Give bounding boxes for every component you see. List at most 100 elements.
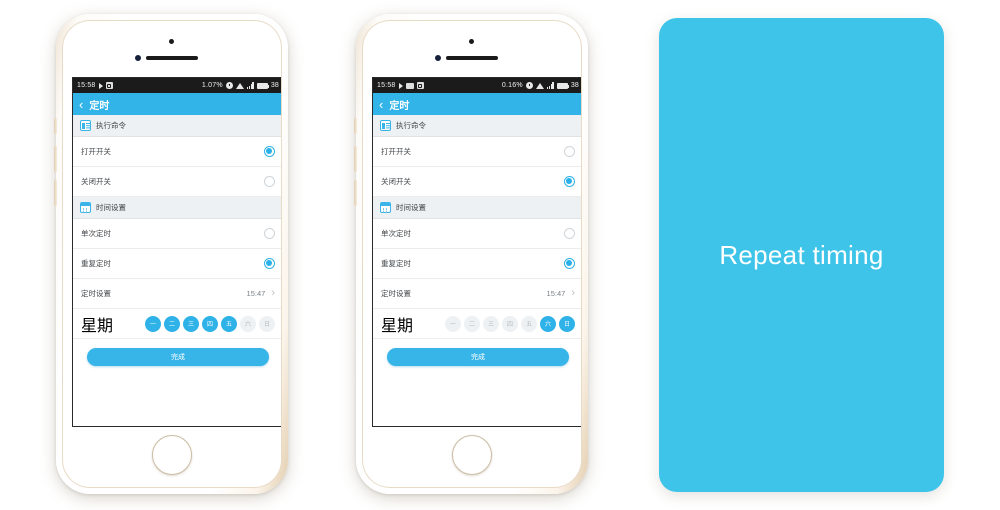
data-rate-label: 1.07% — [201, 82, 223, 89]
phone-device-right: 15:58 0.16% 38 ‹ 定时 执行命令 打开开关 关闭开关 时间设置 … — [354, 14, 588, 494]
app-navbar: ‹ 定时 — [73, 93, 281, 115]
option-row-turn-off[interactable]: 关闭开关 — [373, 167, 581, 197]
day-toggle-tue[interactable]: 二 — [164, 315, 180, 332]
timer-settings-row[interactable]: 定时设置 15:47 › — [73, 279, 281, 309]
chevron-right-icon[interactable]: › — [571, 288, 575, 299]
option-label: 重复定时 — [381, 259, 411, 268]
radio-button-turn-off[interactable] — [264, 176, 275, 187]
radio-button-repeat-timing[interactable] — [264, 258, 275, 269]
list-icon — [80, 120, 91, 131]
option-row-turn-on[interactable]: 打开开关 — [373, 137, 581, 167]
day-toggle-wed[interactable]: 三 — [483, 315, 499, 332]
clock-icon — [525, 82, 533, 89]
phone-screen-left: 15:58 1.07% 38 ‹ 定时 执行命令 打开开关 关闭开关 时间设置 … — [72, 77, 281, 427]
radio-button-single-timing[interactable] — [564, 228, 575, 239]
phone-screen-right: 15:58 0.16% 38 ‹ 定时 执行命令 打开开关 关闭开关 时间设置 … — [372, 77, 581, 427]
timer-settings-row[interactable]: 定时设置 15:47 › — [373, 279, 581, 309]
phone-device-left: 15:58 1.07% 38 ‹ 定时 执行命令 打开开关 关闭开关 时间设置 … — [54, 14, 288, 494]
radio-button-turn-off[interactable] — [564, 176, 575, 187]
volume-down-button[interactable] — [54, 180, 57, 206]
week-selector-row: 星期 一 二 三 四 五 六 日 — [73, 309, 281, 339]
section-header-execute-command: 执行命令 — [373, 115, 581, 137]
home-button[interactable] — [152, 435, 192, 475]
day-toggle-wed[interactable]: 三 — [183, 315, 199, 332]
option-row-repeat-timing[interactable]: 重复定时 — [73, 249, 281, 279]
home-button[interactable] — [452, 435, 492, 475]
wifi-icon — [535, 82, 544, 89]
option-row-single-timing[interactable]: 单次定时 — [373, 219, 581, 249]
wifi-icon — [235, 82, 244, 89]
status-bar-left: 15:58 — [77, 82, 113, 89]
page-title: 定时 — [89, 100, 110, 112]
day-toggle-thu[interactable]: 四 — [202, 315, 218, 332]
feature-callout-panel: Repeat timing — [659, 18, 944, 492]
day-toggle-sat[interactable]: 六 — [240, 315, 256, 332]
earpiece-speaker-icon — [146, 56, 198, 60]
proximity-sensor-icon — [435, 55, 441, 61]
back-chevron-icon[interactable]: ‹ — [79, 98, 83, 111]
battery-level-label: 38 — [570, 82, 579, 89]
status-bar-time: 15:58 — [377, 82, 396, 89]
option-row-turn-on[interactable]: 打开开关 — [73, 137, 281, 167]
calendar-icon — [80, 202, 91, 213]
status-bar-left: 15:58 — [377, 82, 424, 89]
done-button-wrap: 完成 — [73, 339, 281, 366]
list-icon — [380, 120, 391, 131]
proximity-sensor-icon — [135, 55, 141, 61]
option-label: 重复定时 — [81, 259, 111, 268]
day-toggle-thu[interactable]: 四 — [502, 315, 518, 332]
section-header-time-settings: 时间设置 — [73, 197, 281, 219]
play-icon — [98, 82, 103, 89]
phone-body-right: 15:58 0.16% 38 ‹ 定时 执行命令 打开开关 关闭开关 时间设置 … — [362, 20, 582, 488]
earpiece-speaker-icon — [446, 56, 498, 60]
day-toggle-mon[interactable]: 一 — [145, 315, 161, 332]
day-toggle-fri[interactable]: 五 — [521, 315, 537, 332]
data-rate-label: 0.16% — [501, 82, 523, 89]
battery-icon — [256, 82, 270, 89]
box-icon — [105, 82, 113, 89]
volume-up-button[interactable] — [54, 146, 57, 172]
day-toggle-fri[interactable]: 五 — [221, 315, 237, 332]
option-label: 关闭开关 — [381, 177, 411, 186]
done-button-wrap: 完成 — [373, 339, 581, 366]
day-toggle-sun[interactable]: 日 — [259, 315, 275, 332]
mute-switch[interactable] — [354, 118, 357, 134]
front-camera-icon — [469, 39, 474, 44]
volume-down-button[interactable] — [354, 180, 357, 206]
option-row-single-timing[interactable]: 单次定时 — [73, 219, 281, 249]
day-toggle-sun[interactable]: 日 — [559, 315, 575, 332]
option-label: 单次定时 — [81, 229, 111, 238]
play-icon — [398, 82, 403, 89]
image-icon — [405, 82, 414, 89]
battery-level-label: 38 — [270, 82, 279, 89]
box-icon — [416, 82, 424, 89]
week-day-list: 一 二 三 四 五 六 日 — [145, 315, 275, 332]
volume-up-button[interactable] — [354, 146, 357, 172]
radio-button-repeat-timing[interactable] — [564, 258, 575, 269]
done-button[interactable]: 完成 — [87, 348, 269, 366]
app-content: 执行命令 打开开关 关闭开关 时间设置 单次定时 重复定时 定时设置 15:47… — [73, 115, 281, 426]
radio-button-turn-on[interactable] — [564, 146, 575, 157]
page-title: 定时 — [389, 100, 410, 112]
radio-button-turn-on[interactable] — [264, 146, 275, 157]
mute-switch[interactable] — [54, 118, 57, 134]
battery-icon — [556, 82, 570, 89]
day-toggle-sat[interactable]: 六 — [540, 315, 556, 332]
day-toggle-mon[interactable]: 一 — [445, 315, 461, 332]
section-title: 时间设置 — [96, 203, 126, 212]
day-toggle-tue[interactable]: 二 — [464, 315, 480, 332]
radio-button-single-timing[interactable] — [264, 228, 275, 239]
back-chevron-icon[interactable]: ‹ — [379, 98, 383, 111]
chevron-right-icon[interactable]: › — [271, 288, 275, 299]
status-bar: 15:58 1.07% 38 — [73, 78, 281, 93]
front-camera-icon — [169, 39, 174, 44]
calendar-icon — [380, 202, 391, 213]
timer-settings-value-group: 15:47 › — [547, 288, 575, 299]
signal-icon — [246, 82, 254, 89]
option-row-turn-off[interactable]: 关闭开关 — [73, 167, 281, 197]
option-row-repeat-timing[interactable]: 重复定时 — [373, 249, 581, 279]
screenshot-stage: 15:58 1.07% 38 ‹ 定时 执行命令 打开开关 关闭开关 时间设置 … — [0, 0, 1000, 510]
status-bar-time: 15:58 — [77, 82, 96, 89]
option-label: 打开开关 — [381, 147, 411, 156]
done-button[interactable]: 完成 — [387, 348, 569, 366]
